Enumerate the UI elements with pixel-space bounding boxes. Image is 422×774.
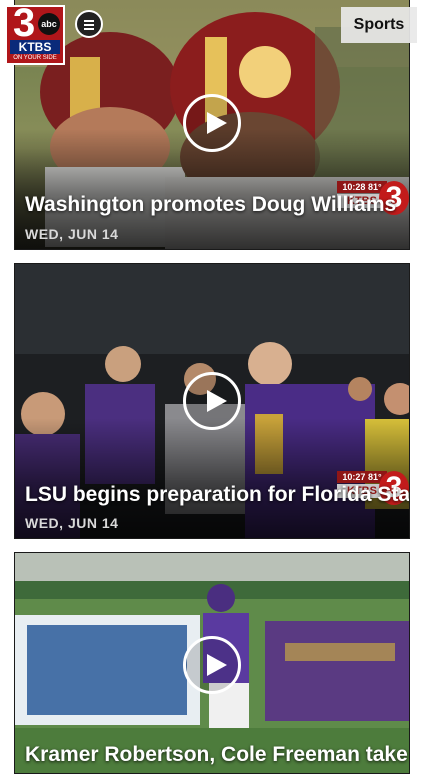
section-selector[interactable]: Sports — [341, 7, 417, 43]
video-headline[interactable]: LSU begins preparation for Florida State — [25, 483, 409, 507]
play-icon[interactable] — [183, 372, 241, 430]
video-card-2[interactable]: 10:27 81° KTBS 3 LSU begins preparation … — [14, 263, 410, 539]
video-date: WED, JUN 14 — [25, 226, 119, 242]
video-feed: 10:28 81° KTBS 3 Washington promotes Dou… — [0, 0, 422, 774]
video-card-3[interactable]: Kramer Robertson, Cole Freeman take lead… — [14, 552, 410, 774]
video-headline[interactable]: Washington promotes Doug Williams — [25, 193, 399, 217]
hamburger-menu-icon[interactable] — [75, 10, 103, 38]
video-date: WED, JUN 14 — [25, 515, 119, 531]
play-icon[interactable] — [183, 636, 241, 694]
video-headline[interactable]: Kramer Robertson, Cole Freeman take lead… — [25, 743, 409, 767]
station-logo[interactable]: 3 abc KTBS ON YOUR SIDE — [5, 1, 65, 65]
play-icon[interactable] — [183, 94, 241, 152]
